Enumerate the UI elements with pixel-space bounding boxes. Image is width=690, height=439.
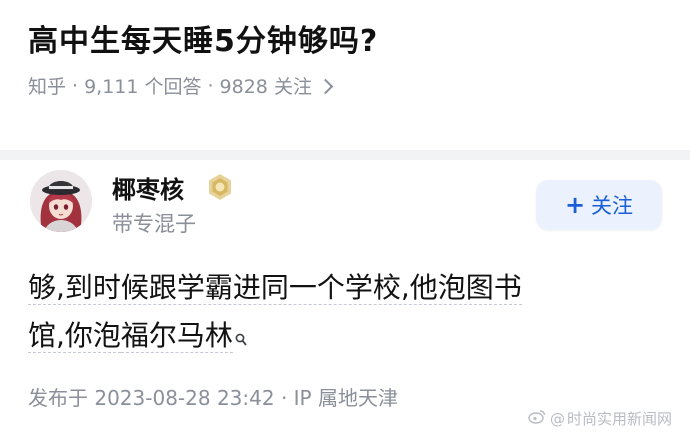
question-card[interactable]: 高中生每天睡5分钟够吗? 知乎 · 9,111 个回答 · 9828 关注: [0, 0, 690, 150]
search-mini-icon[interactable]: [235, 314, 247, 346]
post-meta: 发布于 2023-08-28 23:42 · IP 属地天津: [28, 386, 398, 410]
answer-text-1: 够,到时候跟学霸进同一个学校,他泡图书: [28, 271, 522, 305]
answer-card: 椰枣核 带专混子 + 关注 够,到时候跟学霸进同一个学校,他泡图书 馆,你泡福尔…: [0, 160, 690, 439]
author-name[interactable]: 椰枣核: [112, 170, 184, 205]
author-bio: 带专混子: [112, 212, 196, 236]
question-meta[interactable]: 知乎 · 9,111 个回答 · 9828 关注: [28, 72, 334, 99]
answer-text-2: 馆,你泡: [28, 319, 121, 353]
follow-button[interactable]: + 关注: [536, 180, 662, 230]
weibo-logo-icon: [528, 409, 546, 428]
watermark-at: @: [550, 409, 565, 428]
question-title[interactable]: 高中生每天睡5分钟够吗?: [28, 16, 378, 60]
watermark-text: 时尚实用新闻网: [567, 410, 673, 428]
search-keyword-link[interactable]: 福尔马林: [120, 319, 233, 353]
watermark: @ 时尚实用新闻网: [528, 408, 672, 429]
answers-count: 9,111 个回答: [84, 76, 202, 98]
avatar[interactable]: [30, 170, 92, 232]
meta-separator: ·: [72, 74, 79, 97]
answer-line-1: 够,到时候跟学霸进同一个学校,他泡图书: [28, 264, 658, 312]
answer-line-2: 馆,你泡福尔马林: [28, 312, 658, 360]
section-divider: [0, 150, 690, 160]
followers-count: 9828 关注: [219, 76, 312, 98]
meta-separator: ·: [207, 74, 214, 97]
source-label: 知乎: [28, 76, 67, 98]
gold-badge-icon: [206, 173, 234, 201]
chevron-right-icon[interactable]: [317, 78, 334, 95]
answer-content[interactable]: 够,到时候跟学霸进同一个学校,他泡图书 馆,你泡福尔马林: [28, 264, 658, 360]
plus-icon: +: [564, 191, 586, 219]
follow-label: 关注: [591, 194, 634, 218]
